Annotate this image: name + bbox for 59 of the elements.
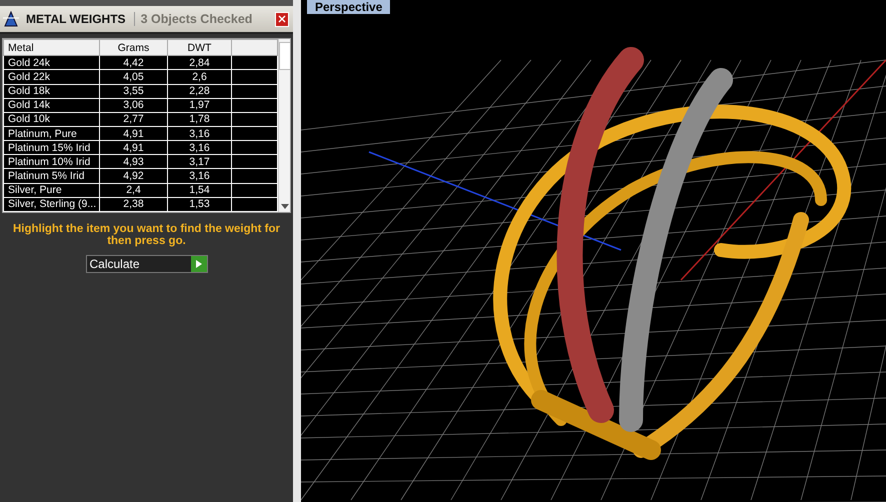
table-cell: Platinum 10% Irid (4, 154, 100, 169)
table-cell: 3,17 (168, 154, 232, 169)
column-header[interactable]: Grams (100, 40, 168, 56)
table-cell: 1,54 (168, 183, 232, 198)
table-row[interactable]: Silver, Pure 2,4 1,54 (4, 183, 278, 198)
status-text: 3 Objects Checked (140, 12, 254, 26)
table-row[interactable]: Platinum 15% Irid 4,91 3,16 (4, 140, 278, 155)
table-cell: Silver, Sterling (9... (4, 197, 100, 212)
column-header[interactable]: Metal (4, 40, 100, 56)
table-cell: 1,78 (168, 112, 232, 126)
table-cell: 4,93 (100, 154, 168, 169)
table-cell: 1,53 (168, 197, 232, 212)
table-cell: 4,42 (100, 56, 168, 70)
viewport-label: Perspective (307, 0, 390, 14)
table-cell: Silver, Pure (4, 183, 100, 198)
table-row[interactable]: Gold 18k 3,55 2,28 (4, 84, 278, 98)
panel-title: METAL WEIGHTS (26, 12, 135, 26)
table-cell: Gold 22k (4, 70, 100, 84)
table-cell: 3,16 (168, 140, 232, 155)
table-cell: 2,38 (100, 197, 168, 212)
action-dropdown[interactable]: Calculate (86, 255, 208, 273)
scroll-down-icon[interactable] (281, 204, 289, 209)
table-cell: Platinum 5% Irid (4, 168, 100, 184)
table-cell: Gold 18k (4, 84, 100, 98)
play-icon (196, 260, 202, 268)
scale-icon (2, 10, 20, 28)
table-row[interactable]: Gold 14k 3,06 1,97 (4, 98, 278, 112)
go-button[interactable] (190, 256, 206, 272)
table-cell: Gold 24k (4, 56, 100, 70)
table-cell: 2,84 (168, 56, 232, 70)
table-cell: 4,91 (100, 140, 168, 155)
table-cell: 4,05 (100, 70, 168, 84)
table-row[interactable]: Silver, Sterling (9... 2,38 1,53 (4, 197, 278, 212)
close-button[interactable] (275, 12, 289, 26)
scrollbar-thumb[interactable] (279, 42, 290, 70)
table-cell: 2,28 (168, 84, 232, 98)
table-row[interactable]: Platinum 5% Irid 4,92 3,16 (4, 168, 278, 184)
instruction-text: Highlight the item you want to find the weight for then press go. (12, 223, 282, 247)
table-cell: 4,91 (100, 126, 168, 141)
table-cell: Platinum 15% Irid (4, 140, 100, 155)
close-icon (278, 15, 286, 23)
table-cell: 3,16 (168, 168, 232, 184)
table-cell: 2,77 (100, 112, 168, 126)
table-cell: 3,06 (100, 98, 168, 112)
table-cell: Gold 14k (4, 98, 100, 112)
table-cell: Gold 10k (4, 112, 100, 126)
table-cell: 4,92 (100, 168, 168, 184)
table-cell: 1,97 (168, 98, 232, 112)
table-row[interactable]: Platinum, Pure 4,91 3,16 (4, 126, 278, 141)
table-row[interactable]: Gold 24k 4,42 2,84 (4, 56, 278, 70)
column-header[interactable]: DWT (168, 40, 232, 56)
table-row[interactable]: Gold 10k 2,77 1,78 (4, 112, 278, 126)
table-row[interactable]: Platinum 10% Irid 4,93 3,17 (4, 154, 278, 169)
table-cell: Platinum, Pure (4, 126, 100, 141)
table-cell: 3,16 (168, 126, 232, 141)
table-cell: 3,55 (100, 84, 168, 98)
table-cell: 2,6 (168, 70, 232, 84)
table-cell: 2,4 (100, 183, 168, 198)
table-row[interactable]: Gold 22k 4,05 2,6 (4, 70, 278, 84)
